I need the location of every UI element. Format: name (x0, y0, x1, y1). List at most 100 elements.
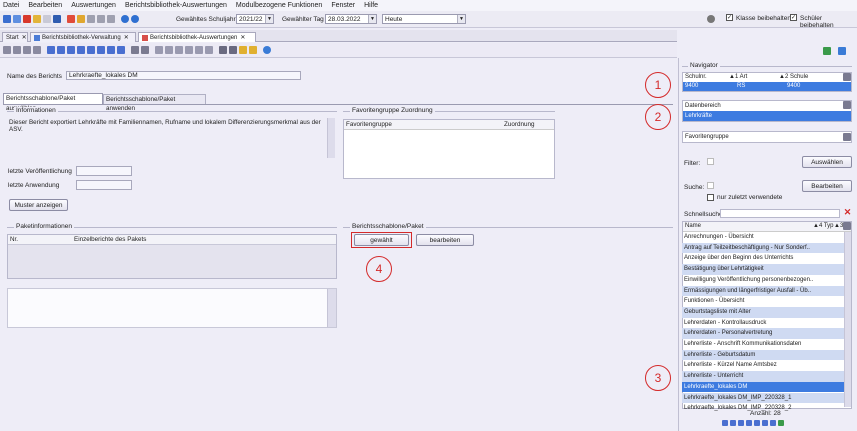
tab-start[interactable]: Start ✕ (2, 32, 28, 42)
schueler-checkbox[interactable]: ✓ (790, 14, 797, 21)
app-icon-3[interactable] (23, 15, 31, 23)
close-icon[interactable]: ✕ (240, 34, 245, 41)
datenbereich-value[interactable]: Lehrkräfte (683, 111, 851, 121)
report-list-item[interactable]: Funktionen - Übersicht (682, 296, 844, 307)
first-icon[interactable] (730, 420, 736, 426)
app-icon-2[interactable] (13, 15, 21, 23)
last-icon[interactable] (770, 420, 776, 426)
first-icon[interactable] (57, 46, 65, 54)
info-icon[interactable] (121, 15, 129, 23)
app-icon-1[interactable] (3, 15, 11, 23)
back-icon[interactable] (131, 46, 139, 54)
next-page-icon[interactable] (762, 420, 768, 426)
refresh-icon[interactable] (117, 46, 125, 54)
app-icon-10[interactable] (97, 15, 105, 23)
tag-select[interactable]: 28.03.2022 ▼ (325, 14, 377, 24)
favoritengruppe-box[interactable]: Favoritengruppe (682, 131, 852, 143)
school-row[interactable]: 9400 RS 9400 (683, 82, 851, 91)
menu-auswertungen[interactable]: Auswertungen (71, 2, 116, 9)
gewaehlt-button[interactable]: gewählt (354, 234, 409, 246)
doc-icon[interactable] (175, 46, 183, 54)
report-list-item[interactable]: Lehrerliste - Kürzel Name Amtsbez (682, 360, 844, 371)
app-icon-5[interactable] (43, 15, 51, 23)
app-icon-7[interactable] (67, 15, 75, 23)
help-icon[interactable] (131, 15, 139, 23)
menu-datei[interactable]: Datei (3, 2, 19, 9)
help-icon[interactable] (263, 46, 271, 54)
window-icon[interactable] (838, 47, 846, 55)
list-icon[interactable] (722, 420, 728, 426)
doc3-icon[interactable] (195, 46, 203, 54)
menu-modulbezogene[interactable]: Modulbezogene Funktionen (236, 2, 322, 9)
cut-icon[interactable] (155, 46, 163, 54)
prev-icon[interactable] (77, 46, 85, 54)
copy-icon[interactable] (33, 46, 41, 54)
subtab-auswaehlen[interactable]: Berichtsschablone/Paket auswählen (3, 93, 103, 112)
app-icon-4[interactable] (33, 15, 41, 23)
clear-search-icon[interactable]: ✕ (843, 208, 852, 217)
cancel-icon[interactable] (23, 46, 31, 54)
muster-anzeigen-button[interactable]: Muster anzeigen (9, 199, 68, 211)
app-icon-11[interactable] (107, 15, 115, 23)
info-scrollbar[interactable] (327, 118, 335, 158)
cloud2-icon[interactable] (229, 46, 237, 54)
menu-hilfe[interactable]: Hilfe (364, 2, 378, 9)
bearbeiten-button[interactable]: bearbeiten (416, 234, 474, 246)
report-list-item[interactable]: Antrag auf Teilzeitbeschäftigung - Nur S… (682, 242, 844, 254)
undo-icon[interactable] (13, 46, 21, 54)
subtab-anwenden[interactable]: Berichtsschablone/Paket anwenden (103, 94, 206, 112)
close-icon[interactable]: ✕ (22, 34, 27, 41)
suche-checkbox[interactable] (707, 182, 714, 189)
next-icon[interactable] (754, 420, 760, 426)
gear-icon[interactable] (707, 15, 715, 23)
list-scrollbar[interactable] (844, 232, 851, 407)
refresh-icon[interactable] (778, 420, 784, 426)
auswaehlen-button[interactable]: Auswählen (802, 156, 852, 168)
name-field[interactable]: Lehrkraefte_lokales DM (66, 71, 301, 80)
bearbeiten-nav-button[interactable]: Bearbeiten (802, 180, 852, 192)
export-icon[interactable] (823, 47, 831, 55)
paste-icon[interactable] (165, 46, 173, 54)
bell-icon[interactable] (249, 46, 257, 54)
app-icon-9[interactable] (87, 15, 95, 23)
report-list-item[interactable]: Ermässigungen und längerfristiger Ausfal… (682, 285, 844, 297)
prev-icon[interactable] (746, 420, 752, 426)
star-icon[interactable] (239, 46, 247, 54)
report-list-item[interactable]: Lehrerliste - Anschrift Kommunikationsda… (682, 339, 844, 350)
report-list-item[interactable]: Lehrerliste - Unterricht (682, 371, 844, 382)
doc2-icon[interactable] (185, 46, 193, 54)
close-icon[interactable]: ✕ (124, 34, 129, 41)
report-list-item[interactable]: Anrechnungen - Übersicht (682, 232, 844, 243)
datenbereich-menu-icon[interactable] (843, 101, 851, 109)
report-list-item[interactable]: Lehrerdaten - Personalvertretung (682, 328, 844, 339)
next-page-icon[interactable] (97, 46, 105, 54)
paket-scrollbar[interactable] (327, 289, 336, 327)
school-table-menu-icon[interactable] (843, 73, 851, 81)
report-list-item[interactable]: Geburtstagsliste mit Alter (682, 306, 844, 318)
filter-checkbox[interactable] (707, 158, 714, 165)
menu-fenster[interactable]: Fenster (331, 2, 355, 9)
view-icon[interactable] (141, 46, 149, 54)
schnellsuche-input[interactable] (720, 209, 840, 218)
next-icon[interactable] (87, 46, 95, 54)
klasse-checkbox[interactable]: ✓ (726, 14, 733, 21)
list-menu-icon[interactable] (843, 222, 851, 230)
prev-page-icon[interactable] (738, 420, 744, 426)
report-list-item[interactable]: Bestätigung über Lehrtätigkeit (682, 264, 844, 275)
menu-berichtsbibliothek[interactable]: Berichtsbibliothek-Auswertungen (125, 2, 227, 9)
report-list-item[interactable]: Lehrkraefte_lokales DM (682, 381, 844, 393)
report-list-item[interactable]: Lehrerliste - Geburtsdatum (682, 349, 844, 361)
save-icon[interactable] (3, 46, 11, 54)
cloud-icon[interactable] (219, 46, 227, 54)
schuljahr-select[interactable]: 2021/22 ▼ (236, 14, 274, 24)
report-list-item[interactable]: Anzeige über den Beginn des Unterrichts (682, 253, 844, 264)
list-icon[interactable] (47, 46, 55, 54)
heute-select[interactable]: Heute ▼ (382, 14, 466, 24)
nur-zuletzt-checkbox[interactable] (707, 194, 714, 201)
menu-bearbeiten[interactable]: Bearbeiten (28, 2, 62, 9)
prev-page-icon[interactable] (67, 46, 75, 54)
report-list-item[interactable]: Lehrerdaten - Kontrollausdruck (682, 318, 844, 329)
doc4-icon[interactable] (205, 46, 213, 54)
tab-auswertungen[interactable]: Berichtsbibliothek-Auswertungen ✕ (138, 32, 256, 42)
last-icon[interactable] (107, 46, 115, 54)
